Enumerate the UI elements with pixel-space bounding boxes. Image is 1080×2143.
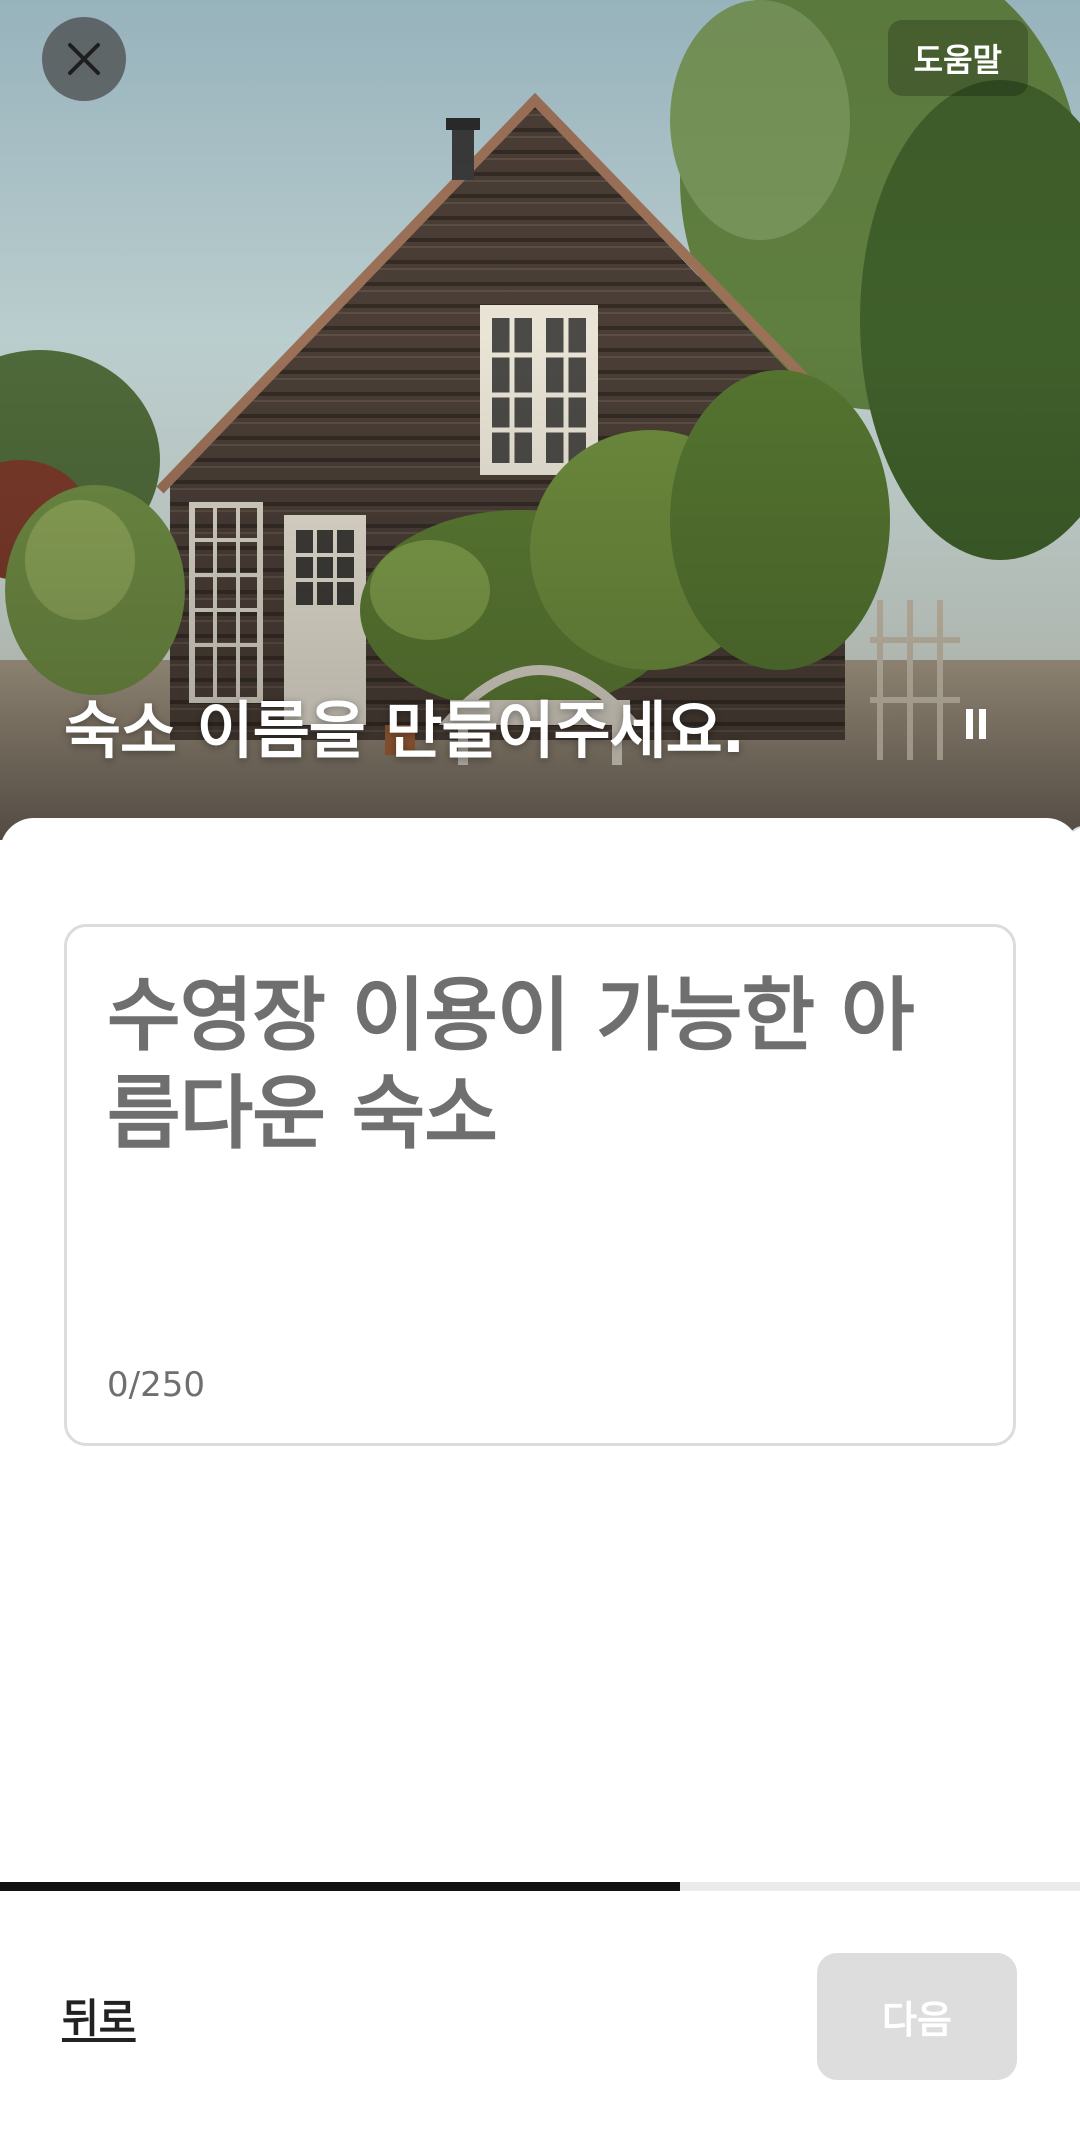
listing-name-field[interactable]: 0/250 [64, 924, 1016, 1446]
screen: 도움말 숙소 이름을 만들어주세요. 0/250 뒤로 다음 [0, 0, 1080, 2143]
help-button[interactable]: 도움말 [887, 20, 1028, 96]
page-title: 숙소 이름을 만들어주세요. [64, 694, 745, 767]
next-button[interactable]: 다음 [817, 1953, 1017, 2080]
pause-icon [966, 709, 986, 739]
progress-bar [0, 1882, 1080, 1891]
progress-bar-fill [0, 1882, 681, 1891]
listing-name-input[interactable] [107, 967, 967, 1287]
close-icon [68, 43, 100, 75]
character-counter: 0/250 [107, 1365, 205, 1405]
back-button[interactable]: 뒤로 [62, 1986, 136, 2044]
close-button[interactable] [42, 17, 126, 101]
pause-button[interactable] [958, 702, 994, 746]
